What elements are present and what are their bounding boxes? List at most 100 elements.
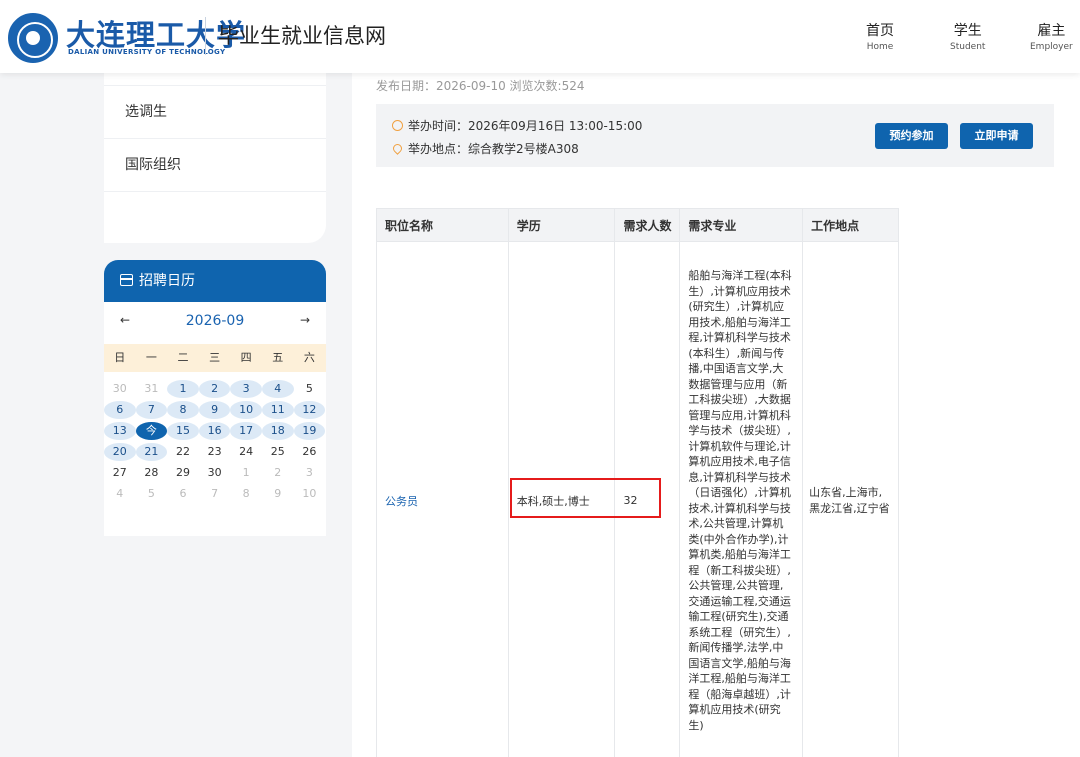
calendar-day[interactable]: 22 [167,443,199,461]
calendar-day[interactable]: 6 [104,400,136,419]
calendar-day[interactable]: 17 [230,421,262,440]
calendar-day[interactable]: 18 [261,421,294,440]
calendar-day-cell: 2 [262,464,294,482]
column-header: 学历 [507,208,616,242]
calendar-day[interactable]: 13 [104,421,136,440]
clock-icon [392,120,403,131]
calendar-month-bar: ← 2026-09 → [104,302,326,344]
calendar-day[interactable]: 20 [104,442,136,461]
calendar-day[interactable]: 15 [167,421,199,440]
calendar-day[interactable]: 11 [261,400,294,419]
calendar-day-cell: 22 [167,443,199,461]
weekday-label: 四 [240,351,252,364]
calendar-week-row: 20 21 22 23 24 25 26 [104,441,326,462]
calendar-day[interactable]: 2 [262,464,294,482]
calendar-day[interactable]: 19 [293,421,326,440]
calendar-day[interactable]: 25 [262,443,294,461]
calendar-day[interactable]: 12 [293,400,326,419]
calendar-day[interactable]: 23 [199,443,231,461]
recruitment-calendar: 招聘日历 ← 2026-09 → 日 一 二 三 四 五 六 30 31 1 2 3 4 5… [104,260,326,536]
calendar-day-cell: 8 [167,400,199,419]
reserve-button[interactable]: 预约参加 [875,123,948,149]
calendar-day-cell: 15 [167,421,199,440]
calendar-day[interactable]: 24 [230,443,262,461]
calendar-day-cell: 9 [262,485,294,503]
main-content: 发布日期：2026-09-10 浏览次数:524 举办时间：2026年09月16… [352,73,1080,757]
calendar-day[interactable]: 8 [230,485,262,503]
weekday-label: 一 [145,351,157,364]
calendar-day[interactable]: 4 [261,379,294,398]
calendar-day-cell: 7 [135,400,168,419]
calendar-day-today[interactable]: 今 [135,421,168,440]
calendar-day-cell: 21 [135,442,168,461]
calendar-day-cell: 19 [293,421,326,440]
nav-home-sublabel: Home [866,42,894,52]
university-seal-logo[interactable] [8,13,58,63]
calendar-day[interactable]: 6 [167,485,199,503]
table-header-row: 职位名称 学历 需求人数 需求专业 工作地点 [376,208,899,242]
calendar-day-cell: 今 [135,421,168,440]
nav-student[interactable]: 学生 Student [950,20,985,52]
calendar-day[interactable]: 29 [167,464,199,482]
calendar-day[interactable]: 27 [104,464,136,482]
nav-employer-label: 雇主 [1037,23,1066,39]
job-title-link[interactable]: 公务员 [385,495,418,508]
calendar-day-cell: 3 [230,379,262,398]
calendar-month: 2026-09 [185,313,245,329]
nav-home-label: 首页 [866,23,894,39]
location-cell: 山东省,上海市,黑龙江省,辽宁省 [802,241,899,757]
calendar-day-cell: 11 [261,400,294,419]
publish-info: 发布日期：2026-09-10 浏览次数:524 [376,79,585,93]
calendar-day[interactable]: 21 [135,442,168,461]
column-header: 职位名称 [376,208,509,242]
calendar-day[interactable]: 1 [167,379,199,398]
column-header: 需求人数 [614,208,681,242]
sidebar-item-xuandiaosheng[interactable]: 选调生 [104,85,326,138]
calendar-day[interactable]: 3 [230,379,262,398]
calendar-week-row: 6 7 8 9 10 11 12 [104,399,326,420]
calendar-day[interactable]: 10 [294,485,326,503]
calendar-day[interactable]: 5 [294,380,326,398]
column-header: 工作地点 [802,208,899,242]
major-cell: 船舶与海洋工程(本科生）,计算机应用技术(研究生）,计算机应用技术,船舶与海洋工… [679,241,804,757]
calendar-day-cell: 5 [294,380,326,398]
calendar-day-cell: 17 [230,421,262,440]
calendar-day-cell: 10 [294,485,326,503]
calendar-day-cell: 6 [167,485,199,503]
apply-now-button[interactable]: 立即申请 [960,123,1033,149]
jobs-table: 职位名称 学历 需求人数 需求专业 工作地点 公务员 本科,硕士,博士 32 船… [376,208,899,757]
calendar-week-row: 13 今 15 16 17 18 19 [104,420,326,441]
calendar-day[interactable]: 5 [136,485,168,503]
calendar-day-cell: 1 [167,379,199,398]
calendar-day-cell: 8 [230,485,262,503]
calendar-day[interactable]: 2 [198,379,231,398]
calendar-day-cell: 1 [230,464,262,482]
calendar-day[interactable]: 16 [198,421,231,440]
calendar-day[interactable]: 7 [135,400,168,419]
calendar-day[interactable]: 9 [262,485,294,503]
calendar-day-cell: 3 [294,464,326,482]
calendar-day[interactable]: 1 [230,464,262,482]
calendar-day-cell: 25 [262,443,294,461]
calendar-day[interactable]: 8 [167,400,199,419]
calendar-day[interactable]: 3 [294,464,326,482]
calendar-icon [120,274,133,286]
calendar-day[interactable]: 10 [230,400,262,419]
nav-employer[interactable]: 雇主 Employer [1030,20,1073,52]
calendar-day[interactable]: 4 [104,485,136,503]
sidebar-item-international-org[interactable]: 国际组织 [104,138,326,191]
calendar-day[interactable]: 28 [136,464,168,482]
calendar-day[interactable]: 30 [104,380,136,398]
calendar-day[interactable]: 30 [199,464,231,482]
calendar-day-cell: 26 [294,443,326,461]
calendar-day[interactable]: 7 [199,485,231,503]
calendar-day-cell: 6 [104,400,136,419]
calendar-day-cell: 4 [104,485,136,503]
next-month-arrow-icon[interactable]: → [300,313,310,327]
nav-home[interactable]: 首页 Home [866,20,894,52]
calendar-day[interactable]: 31 [136,380,168,398]
calendar-weekday-row: 日 一 二 三 四 五 六 [104,344,326,372]
event-time-text: 举办时间：2026年09月16日 13:00-15:00 [408,119,643,133]
calendar-day[interactable]: 26 [294,443,326,461]
calendar-day[interactable]: 9 [198,400,231,419]
